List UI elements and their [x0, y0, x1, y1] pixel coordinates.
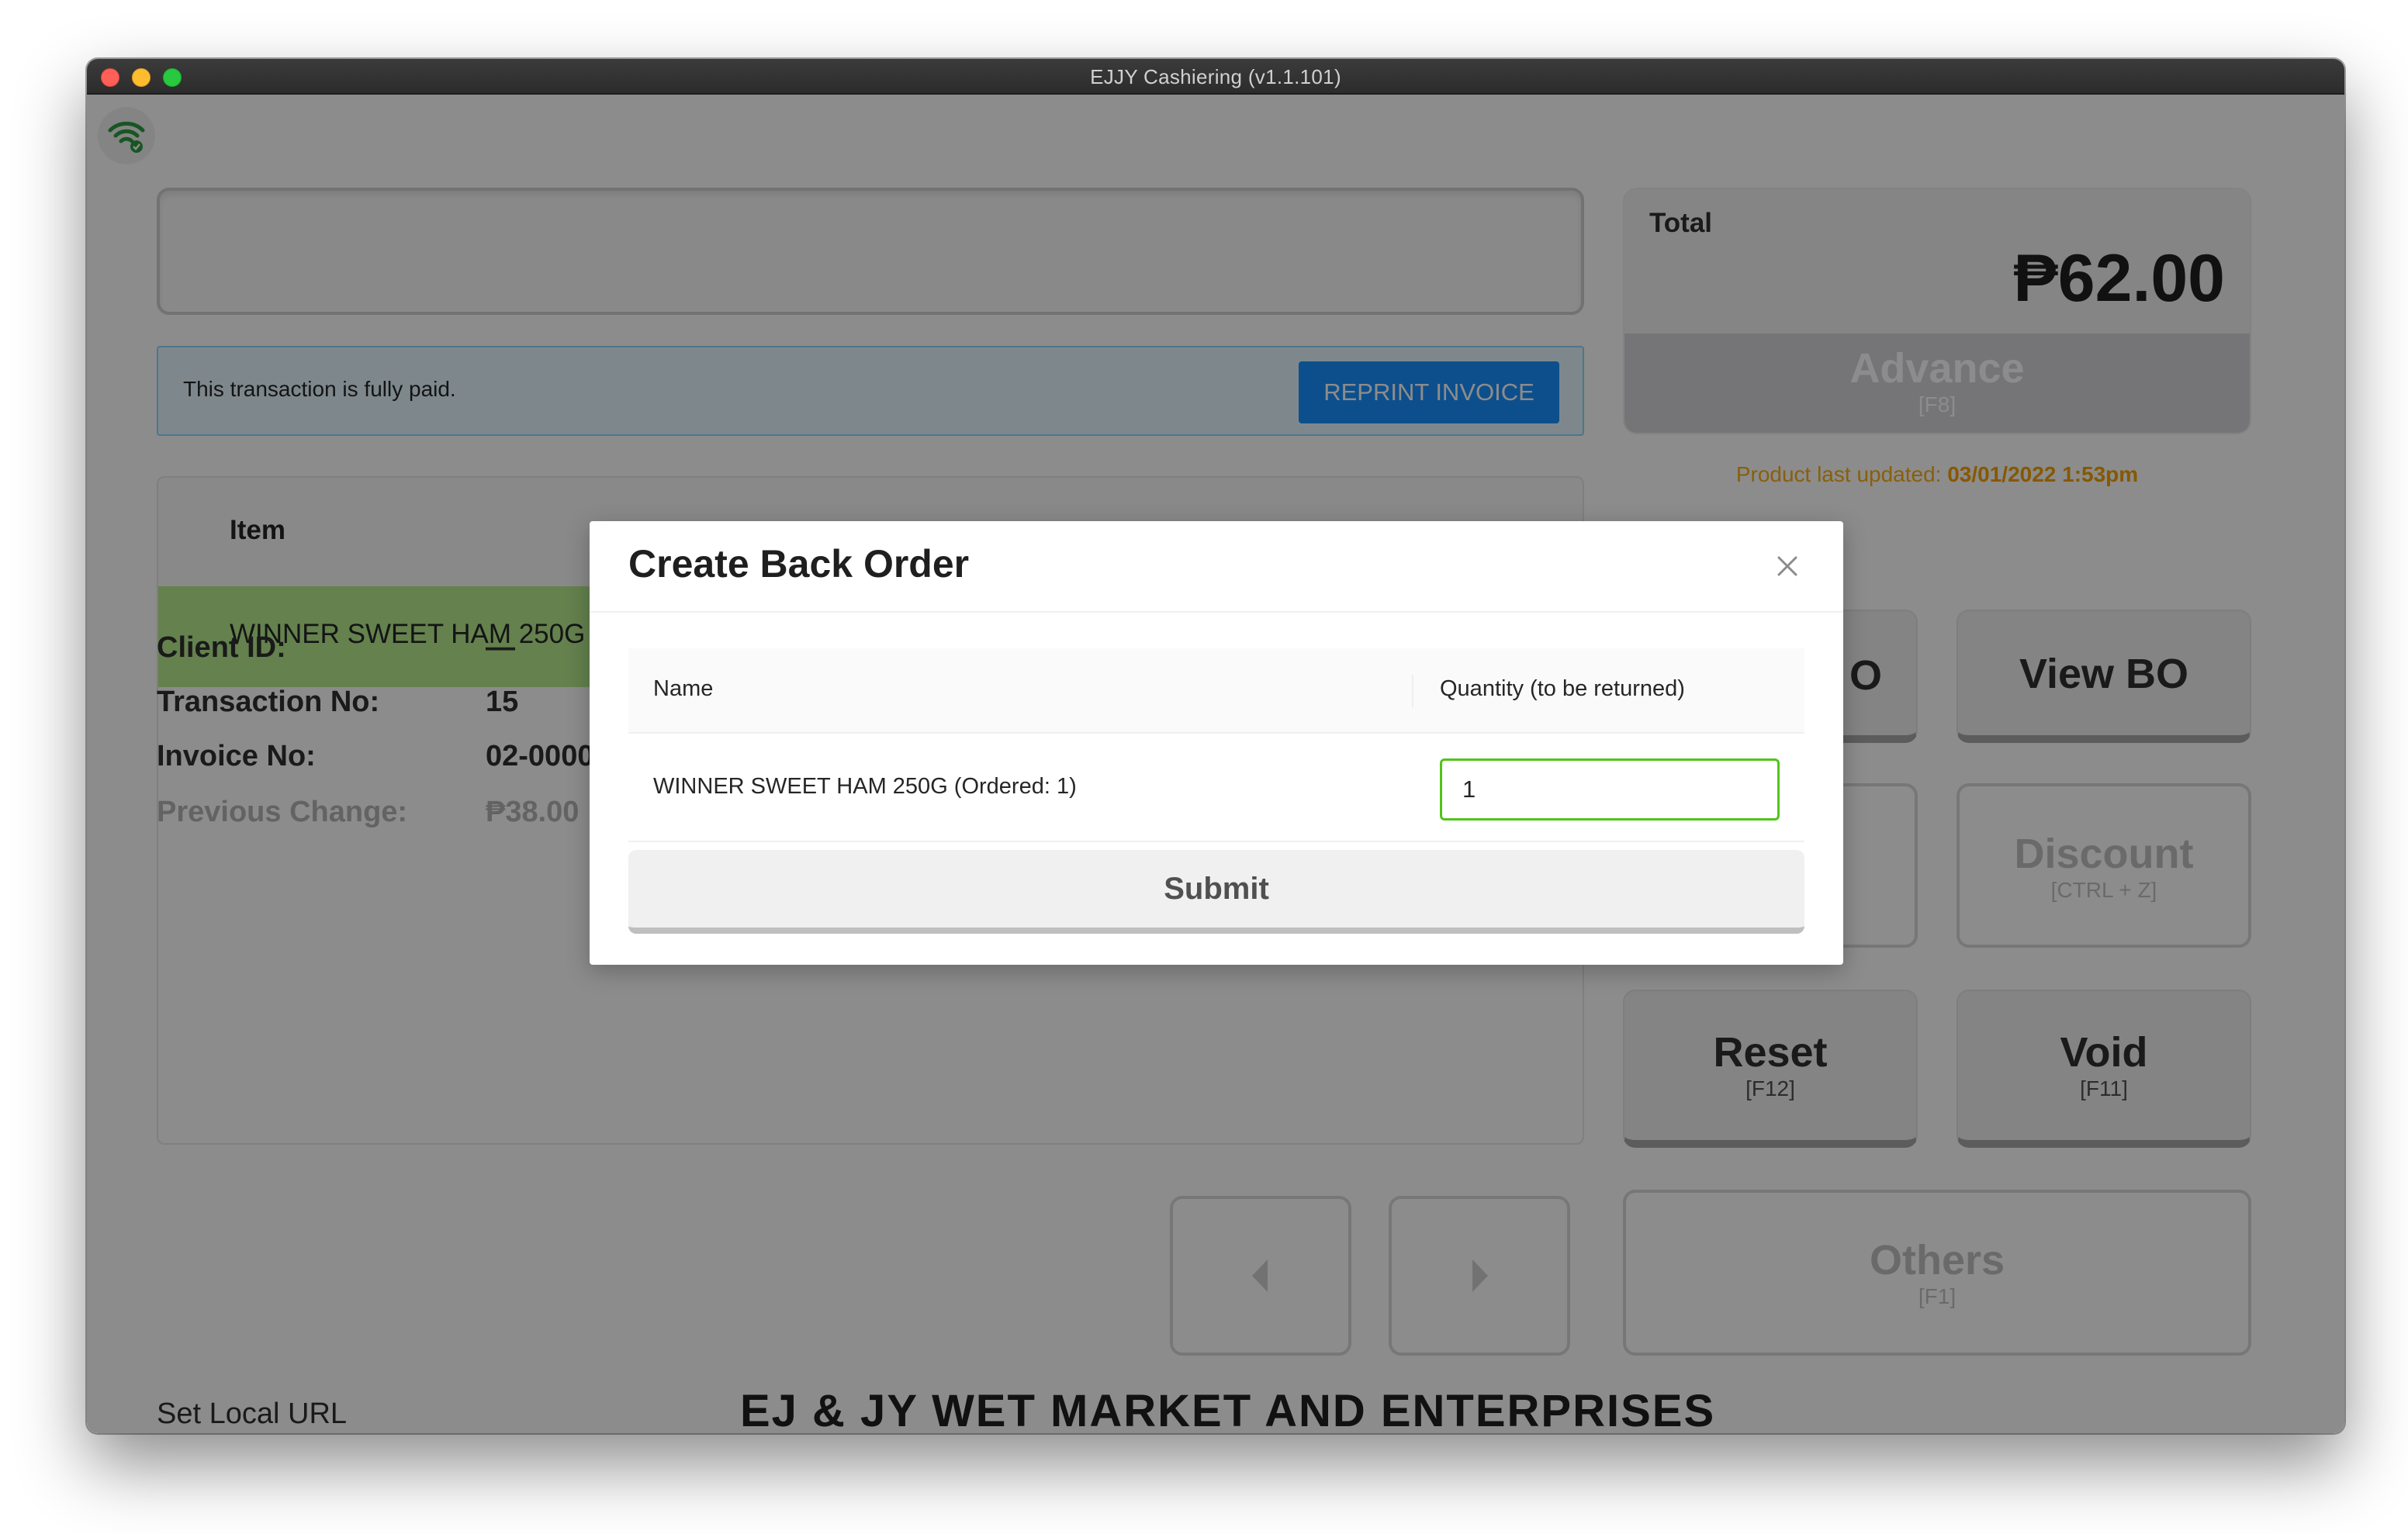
back-order-table-header: Name Quantity (to be returned)	[628, 648, 1804, 734]
window-title: EJJY Cashiering (v1.1.101)	[1090, 65, 1341, 88]
cashiering-app: This transaction is fully paid. REPRINT …	[87, 95, 2344, 1433]
column-header-quantity: Quantity (to be returned)	[1440, 676, 1685, 701]
quantity-input[interactable]	[1440, 758, 1780, 821]
back-order-table: Name Quantity (to be returned) WINNER SW…	[628, 648, 1804, 842]
modal-title: Create Back Order	[628, 542, 970, 586]
title-bar[interactable]: EJJY Cashiering (v1.1.101)	[87, 59, 2344, 95]
modal-close-button[interactable]	[1763, 541, 1812, 591]
column-header-name: Name	[653, 676, 714, 701]
back-order-product-name: WINNER SWEET HAM 250G (Ordered: 1)	[653, 774, 1077, 799]
app-window: EJJY Cashiering (v1.1.101) This transact…	[87, 59, 2344, 1433]
modal-header: Create Back Order	[590, 521, 1843, 613]
create-back-order-modal: Create Back Order Name Quantity (to be r…	[590, 521, 1843, 965]
close-icon	[1777, 556, 1797, 576]
table-row: WINNER SWEET HAM 250G (Ordered: 1)	[628, 734, 1804, 842]
submit-button[interactable]: Submit	[628, 850, 1804, 934]
column-divider	[1412, 675, 1413, 707]
